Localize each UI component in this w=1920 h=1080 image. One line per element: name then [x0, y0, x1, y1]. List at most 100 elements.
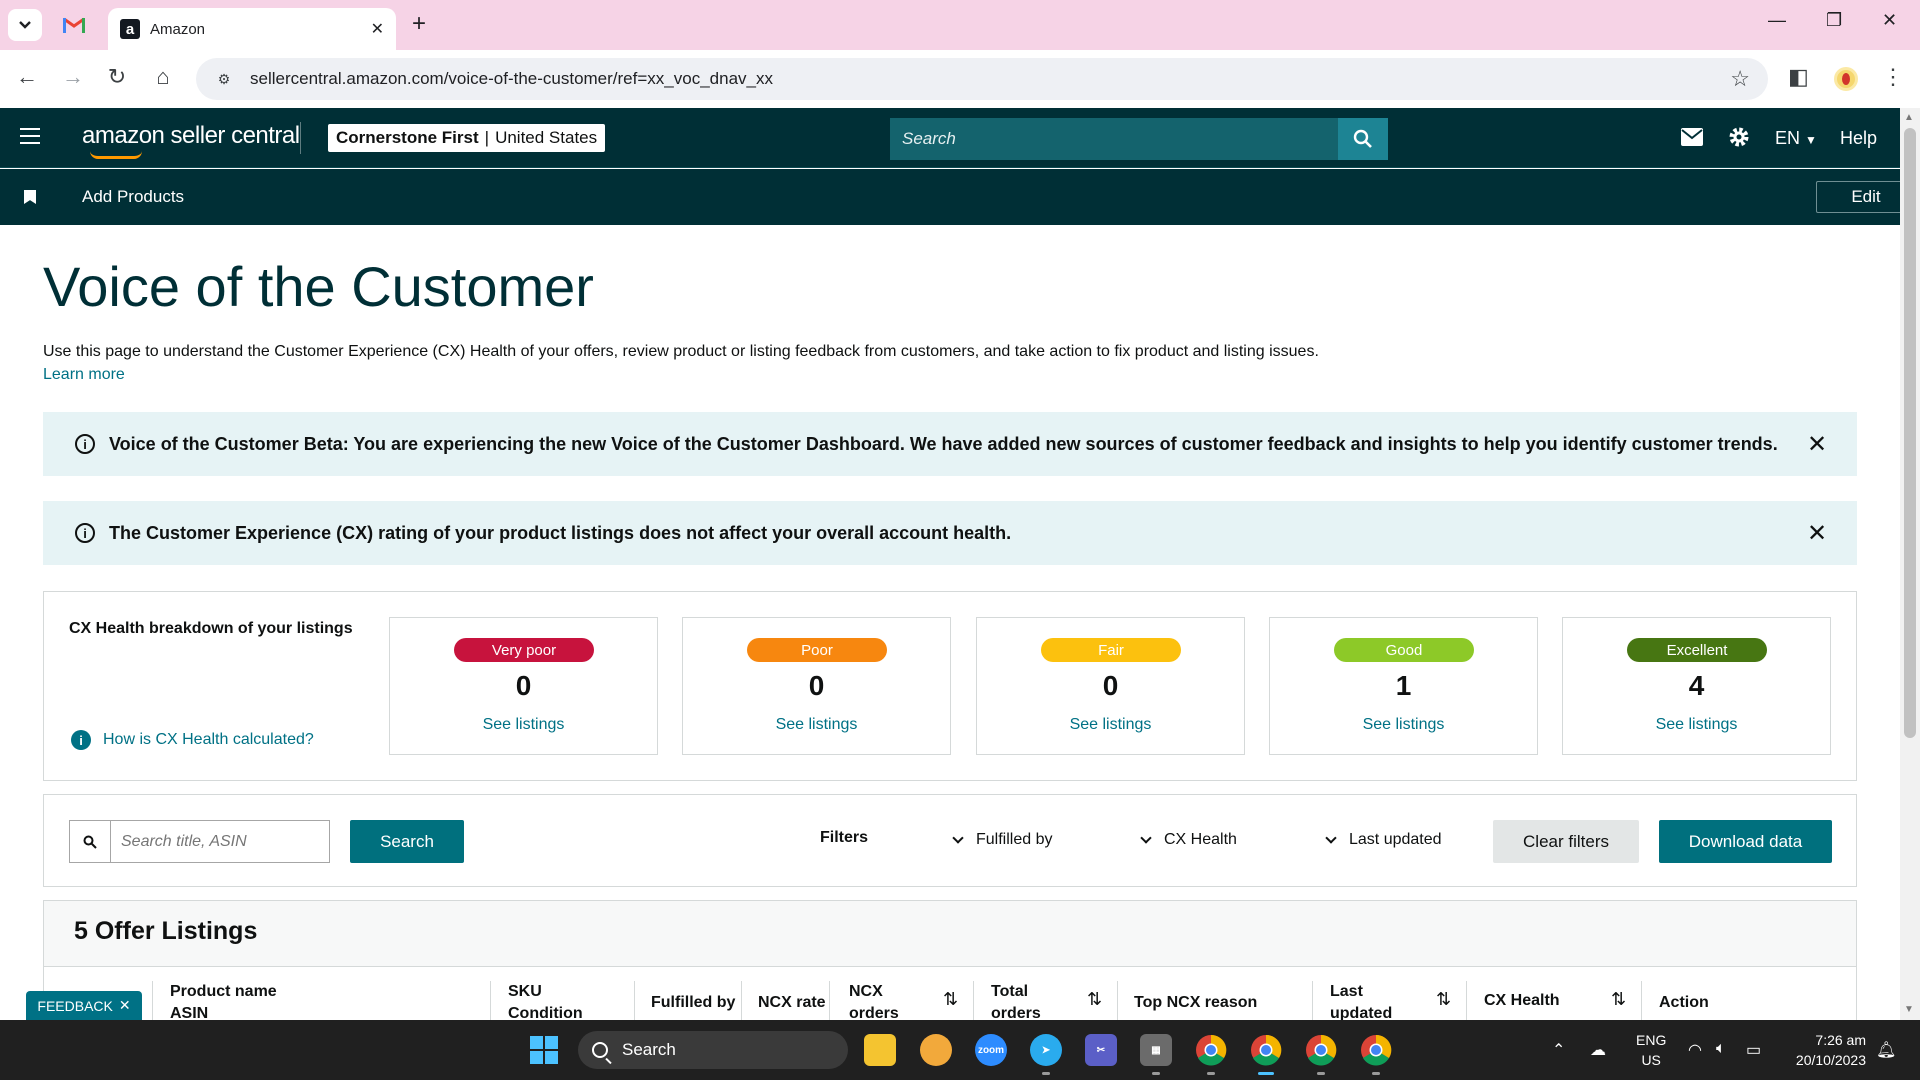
column-header-last-updated[interactable]: Last updated [1330, 981, 1392, 1020]
profile-avatar[interactable] [1834, 67, 1858, 91]
language-selector[interactable]: EN ▼ [1775, 128, 1817, 149]
close-tab-icon[interactable]: ✕ [371, 19, 384, 39]
column-header-total-orders[interactable]: Total orders [991, 981, 1041, 1020]
url-text[interactable]: sellercentral.amazon.com/voice-of-the-cu… [250, 69, 1730, 89]
new-tab-icon[interactable]: + [412, 10, 426, 38]
info-icon: i [71, 730, 91, 750]
column-header-fulfilled-by: Fulfilled by [651, 992, 735, 1014]
bookmark-icon[interactable] [24, 190, 36, 204]
paint-icon[interactable] [920, 1034, 952, 1066]
cx-badge: Good [1334, 638, 1474, 662]
back-icon[interactable]: ← [12, 64, 42, 90]
chrome-icon[interactable] [1250, 1034, 1282, 1066]
column-title: Top NCX reason [1134, 994, 1258, 1011]
onedrive-icon[interactable]: ☁ [1590, 1040, 1606, 1060]
see-listings-link[interactable]: See listings [1270, 716, 1537, 734]
see-listings-link[interactable]: See listings [683, 716, 950, 734]
cx-rating-alert: i The Customer Experience (CX) rating of… [43, 501, 1857, 565]
cx-count: 1 [1395, 670, 1412, 701]
bookmark-add-products[interactable]: Add Products [82, 187, 184, 207]
mail-icon[interactable] [1681, 128, 1703, 146]
calculator-icon[interactable]: ▦ [1140, 1034, 1172, 1066]
running-indicator [1152, 1072, 1160, 1075]
header-search-input[interactable] [890, 118, 1338, 160]
gear-icon[interactable] [1728, 126, 1750, 148]
column-divider [1117, 981, 1118, 1020]
forward-icon[interactable]: → [58, 64, 88, 90]
hamburger-menu-icon[interactable] [20, 128, 40, 144]
file-explorer-icon[interactable] [864, 1034, 896, 1066]
reload-icon[interactable]: ↻ [102, 64, 132, 90]
sort-icon[interactable]: ⇅ [1087, 989, 1102, 1010]
download-data-button[interactable]: Download data [1659, 820, 1832, 863]
brand-logo[interactable]: amazon seller central [82, 122, 300, 150]
scrollbar-thumb[interactable] [1904, 128, 1916, 738]
listing-search-input[interactable] [111, 821, 329, 862]
clear-filters-button[interactable]: Clear filters [1493, 820, 1639, 863]
chrome-icon[interactable] [1305, 1034, 1337, 1066]
restore-icon[interactable]: ❐ [1826, 10, 1842, 31]
column-subtitle: Condition [508, 1005, 583, 1020]
snipping-tool-icon[interactable]: ✂ [1085, 1034, 1117, 1066]
cx-count: 0 [808, 670, 825, 701]
search-button[interactable]: Search [350, 820, 464, 863]
chevron-up-icon[interactable]: ⌃ [1552, 1040, 1565, 1060]
sort-icon[interactable]: ⇅ [1611, 989, 1626, 1010]
page-scrollbar[interactable]: ▲ ▼ [1900, 108, 1920, 1020]
sort-icon[interactable]: ⇅ [943, 989, 958, 1010]
close-icon[interactable]: ✕ [119, 997, 131, 1014]
scroll-down-icon[interactable]: ▼ [1904, 1004, 1914, 1015]
account-switcher[interactable]: Cornerstone First | United States [328, 124, 606, 152]
cx-health-help-link[interactable]: i How is CX Health calculated? [71, 730, 314, 750]
column-subtitle: ASIN [170, 1005, 209, 1020]
clock[interactable]: 7:26 am 20/10/2023 [1786, 1030, 1866, 1070]
taskbar-search[interactable]: Search [578, 1031, 848, 1069]
battery-icon[interactable]: ▭ [1746, 1040, 1761, 1060]
filter-bar: Search Filters Fulfilled by CX Health La… [43, 794, 1857, 887]
cx-badge: Excellent [1627, 638, 1767, 662]
column-header-cx-health[interactable]: CX Health [1484, 990, 1560, 1012]
minimize-icon[interactable]: — [1768, 10, 1786, 31]
column-divider [152, 981, 153, 1020]
wifi-icon[interactable]: ◠ [1688, 1040, 1702, 1060]
column-header-ncx-rate: NCX rate [758, 992, 826, 1014]
active-tab[interactable]: a Amazon ✕ [108, 8, 396, 50]
chrome-icon[interactable] [1360, 1034, 1392, 1066]
gmail-tab[interactable] [60, 12, 88, 38]
last-updated-filter[interactable]: Last updated [1325, 831, 1442, 849]
fulfilled-by-filter[interactable]: Fulfilled by [952, 831, 1052, 849]
column-divider [1466, 981, 1467, 1020]
see-listings-link[interactable]: See listings [977, 716, 1244, 734]
sort-icon[interactable]: ⇅ [1436, 989, 1451, 1010]
windows-start-icon[interactable] [530, 1036, 558, 1064]
column-header-ncx-orders[interactable]: NCX orders [849, 981, 899, 1020]
input-language[interactable]: ENG US [1636, 1030, 1666, 1070]
side-panel-icon[interactable]: ◧ [1788, 64, 1809, 90]
address-bar[interactable]: ⚙ sellercentral.amazon.com/voice-of-the-… [196, 58, 1768, 100]
telegram-icon[interactable]: ➤ [1030, 1034, 1062, 1066]
cx-health-filter[interactable]: CX Health [1140, 831, 1237, 849]
tab-search-button[interactable] [8, 9, 42, 41]
chrome-icon[interactable] [1195, 1034, 1227, 1066]
close-icon[interactable]: ✕ [1805, 431, 1829, 458]
scroll-up-icon[interactable]: ▲ [1904, 112, 1914, 123]
zoom-icon[interactable]: zoom [975, 1034, 1007, 1066]
cx-badge: Poor [747, 638, 887, 662]
see-listings-link[interactable]: See listings [1563, 716, 1830, 734]
site-info-icon[interactable]: ⚙ [212, 67, 236, 91]
column-subtitle: orders [849, 1005, 899, 1020]
header-search-button[interactable] [1338, 118, 1388, 160]
close-icon[interactable]: ✕ [1805, 520, 1829, 547]
search-icon [592, 1042, 608, 1058]
help-link[interactable]: Help [1840, 128, 1877, 149]
close-window-icon[interactable]: ✕ [1882, 10, 1897, 31]
bookmark-star-icon[interactable]: ☆ [1730, 66, 1750, 92]
browser-menu-icon[interactable]: ⋮ [1882, 64, 1904, 90]
notification-bell-icon[interactable]: 🔔︎ [1876, 1040, 1896, 1060]
learn-more-link[interactable]: Learn more [43, 366, 125, 384]
volume-icon[interactable]: 🔈︎ [1716, 1040, 1726, 1058]
home-icon[interactable]: ⌂ [148, 64, 178, 90]
feedback-tab[interactable]: FEEDBACK ✕ [26, 991, 142, 1020]
see-listings-link[interactable]: See listings [390, 716, 657, 734]
column-header-top-ncx-reason: Top NCX reason [1134, 992, 1257, 1014]
